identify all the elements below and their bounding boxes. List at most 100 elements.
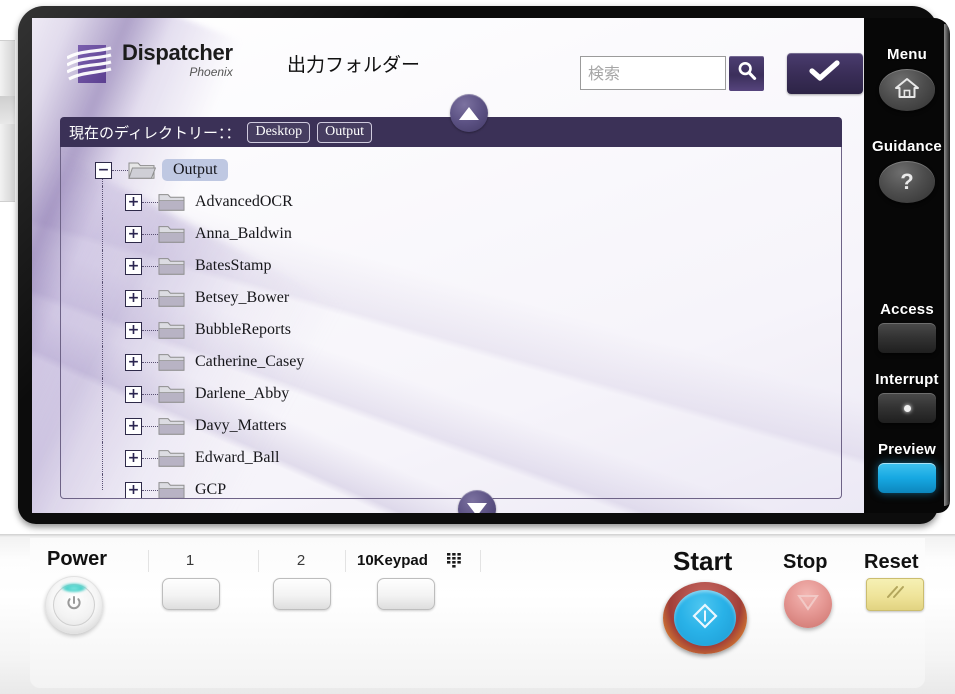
tree-toggle-expand-icon[interactable]: + (125, 385, 142, 403)
toggle-glyph: + (127, 257, 140, 274)
tree-row-root[interactable]: − Output (61, 154, 841, 186)
hardkey-menu[interactable]: Menu (864, 46, 950, 111)
tree-connector (142, 329, 158, 331)
tree-row[interactable]: + GCP (61, 474, 841, 498)
question-icon: ? (900, 169, 914, 194)
tree-connector (142, 425, 158, 427)
tree-label[interactable]: GCP (195, 481, 226, 498)
power-led-indicator (61, 583, 87, 592)
tree-label[interactable]: BatesStamp (195, 257, 271, 275)
screen-bezel: Dispatcher Phoenix 出力フォルダー 検索 現在のディレクトリー… (18, 6, 951, 524)
preview-button[interactable] (878, 463, 936, 493)
confirm-button[interactable] (787, 53, 863, 94)
tree-toggle-expand-icon[interactable]: + (125, 417, 142, 435)
guidance-button[interactable]: ? (879, 161, 935, 203)
breadcrumb-desktop[interactable]: Desktop (247, 121, 311, 143)
toggle-glyph: + (127, 193, 140, 210)
keypad-button[interactable] (377, 578, 435, 610)
tree-label[interactable]: BubbleReports (195, 321, 291, 339)
tree-toggle-expand-icon[interactable]: + (125, 481, 142, 498)
tree-toggle-expand-icon[interactable]: + (125, 225, 142, 243)
hardkey-preview[interactable]: Preview (864, 441, 950, 493)
checkmark-icon (808, 59, 842, 88)
toggle-glyph: + (127, 417, 140, 434)
folder-icon (158, 351, 186, 373)
tree-row[interactable]: + Catherine_Casey (61, 346, 841, 378)
tree-row[interactable]: + Darlene_Abby (61, 378, 841, 410)
reset-button[interactable] (866, 578, 924, 611)
numkey-1-button[interactable] (162, 578, 220, 610)
toggle-glyph: + (127, 289, 140, 306)
tree-toggle-expand-icon[interactable]: + (125, 449, 142, 467)
folder-icon (158, 447, 186, 469)
menu-button[interactable] (879, 69, 935, 111)
tree-toggle-collapse-icon[interactable]: − (95, 161, 112, 179)
tree-label[interactable]: Darlene_Abby (195, 385, 289, 403)
search-input[interactable] (580, 56, 726, 90)
tree-connector (142, 201, 158, 203)
tree-row[interactable]: + Betsey_Bower (61, 282, 841, 314)
hardkey-guidance[interactable]: Guidance ? (864, 138, 950, 203)
tree-label-output[interactable]: Output (162, 159, 229, 181)
hardkey-access[interactable]: Access (864, 301, 950, 353)
hardkey-label: Interrupt (875, 371, 939, 388)
hardkey-label: Guidance (872, 138, 942, 155)
start-button[interactable] (663, 582, 747, 654)
start-inner (674, 590, 736, 646)
tree-toggle-expand-icon[interactable]: + (125, 289, 142, 307)
tree-row[interactable]: + BatesStamp (61, 250, 841, 282)
brand-text: Dispatcher Phoenix (122, 42, 233, 79)
tree-row[interactable]: + Edward_Ball (61, 442, 841, 474)
stop-ring (784, 580, 832, 628)
toggle-glyph: + (127, 449, 140, 466)
toggle-glyph: + (127, 385, 140, 402)
tree-spine (102, 218, 103, 250)
panel-divider (148, 550, 149, 572)
access-button[interactable] (878, 323, 936, 353)
tree-toggle-expand-icon[interactable]: + (125, 257, 142, 275)
toggle-glyph: − (97, 161, 110, 178)
brand-logo: Dispatcher Phoenix (66, 42, 233, 88)
tree-label[interactable]: Betsey_Bower (195, 289, 289, 307)
folder-tree-panel[interactable]: − Output + AdvancedOCR + Anna_Baldwin + … (60, 147, 842, 499)
home-icon (894, 76, 920, 105)
interrupt-button[interactable] (878, 393, 936, 423)
power-button[interactable] (45, 576, 103, 634)
tree-row[interactable]: + AdvancedOCR (61, 186, 841, 218)
hardkey-interrupt[interactable]: Interrupt (864, 371, 950, 423)
folder-icon (158, 191, 186, 213)
numkey-2-button[interactable] (273, 578, 331, 610)
folder-icon (158, 383, 186, 405)
keypad-grid-icon (447, 553, 465, 573)
tree-connector (112, 169, 128, 171)
tree-connector (142, 361, 158, 363)
tree-label[interactable]: AdvancedOCR (195, 193, 293, 211)
scroll-up-button[interactable] (450, 94, 488, 132)
reset-label: Reset (864, 551, 919, 573)
tree-connector (142, 457, 158, 459)
double-slash-icon (881, 583, 909, 606)
folder-tree: − Output + AdvancedOCR + Anna_Baldwin + … (61, 147, 841, 498)
search-button[interactable] (729, 56, 764, 91)
tree-label[interactable]: Catherine_Casey (195, 353, 304, 371)
breadcrumb-output[interactable]: Output (317, 121, 373, 143)
tree-row[interactable]: + BubbleReports (61, 314, 841, 346)
tree-row[interactable]: + Davy_Matters (61, 410, 841, 442)
dot-icon (903, 404, 911, 412)
dispatcher-phoenix-logo-icon (66, 42, 113, 88)
stop-label: Stop (783, 551, 828, 573)
tree-spine (102, 410, 103, 442)
tree-toggle-expand-icon[interactable]: + (125, 353, 142, 371)
folder-icon (158, 255, 186, 277)
tree-toggle-expand-icon[interactable]: + (125, 193, 142, 211)
tree-connector (142, 297, 158, 299)
tree-toggle-expand-icon[interactable]: + (125, 321, 142, 339)
tree-spine (102, 314, 103, 346)
tree-label[interactable]: Davy_Matters (195, 417, 287, 435)
tree-label[interactable]: Anna_Baldwin (195, 225, 292, 243)
tree-spine (102, 474, 103, 490)
numkey-1-label: 1 (185, 552, 195, 569)
tree-row[interactable]: + Anna_Baldwin (61, 218, 841, 250)
tree-label[interactable]: Edward_Ball (195, 449, 279, 467)
stop-button[interactable] (784, 580, 832, 628)
